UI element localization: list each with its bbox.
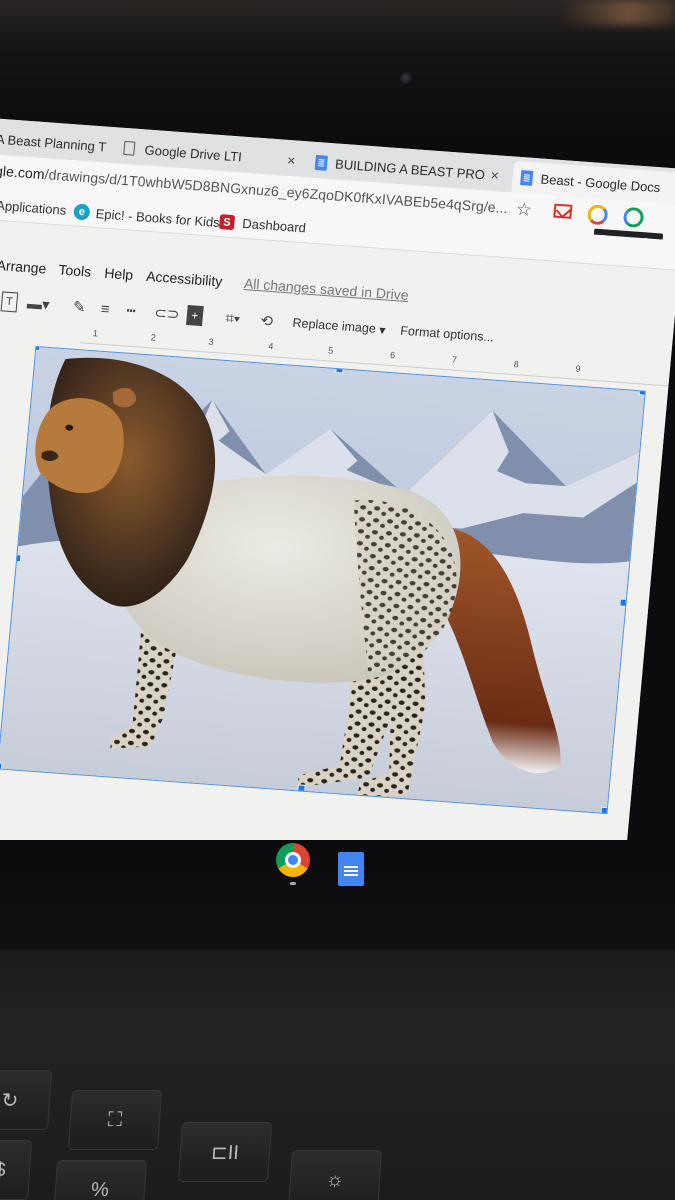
ruler-mark: 4 — [267, 341, 274, 352]
ruler-mark: 7 — [451, 354, 458, 365]
bookmark-epic[interactable]: e Epic! - Books for Kids — [73, 203, 220, 230]
crop-icon[interactable]: ⌗▾ — [218, 307, 248, 329]
running-indicator — [290, 882, 296, 885]
resize-handle[interactable] — [12, 553, 22, 563]
resize-handle[interactable] — [600, 806, 609, 815]
link-icon[interactable]: ⊂⊃ — [154, 303, 181, 324]
webcam — [400, 72, 414, 86]
ruler-mark: 6 — [389, 349, 396, 361]
comment-icon[interactable]: + — [186, 304, 204, 327]
page-icon — [123, 140, 136, 156]
ruler-mark: 5 — [327, 345, 334, 356]
ruler-mark: 8 — [513, 359, 520, 370]
gmail-extension-icon[interactable] — [553, 203, 573, 219]
resize-handle[interactable] — [619, 598, 628, 607]
ruler-mark: 1 — [92, 328, 99, 339]
reset-image-icon[interactable]: ⟲ — [258, 310, 276, 331]
ruler-mark: 2 — [150, 332, 157, 343]
resize-handle[interactable] — [335, 365, 344, 374]
ruler-mark: 9 — [575, 363, 582, 374]
menu-tools[interactable]: Tools — [58, 261, 92, 279]
tab-title: A Beast Planning T — [0, 131, 107, 155]
menu-help[interactable]: Help — [104, 265, 134, 283]
overview-key[interactable]: ⊏II — [177, 1122, 273, 1182]
close-tab-icon[interactable]: × — [490, 167, 500, 184]
tab-title: Google Drive LTI — [144, 141, 243, 165]
close-tab-icon[interactable]: × — [286, 152, 296, 169]
schoology-icon: S — [218, 214, 236, 231]
laptop-bezel — [0, 0, 675, 140]
docs-icon[interactable] — [338, 852, 364, 886]
line-dash-icon[interactable]: ┅ — [122, 300, 140, 321]
line-weight-icon[interactable]: ≡ — [96, 298, 114, 319]
chrome-icon[interactable] — [276, 843, 310, 877]
menu-accessibility[interactable]: Accessibility — [146, 268, 223, 290]
replace-image-label: Replace image — [292, 315, 377, 336]
bookmark-star-icon[interactable]: ☆ — [515, 199, 533, 221]
pencil-icon[interactable]: ✎ — [70, 296, 88, 317]
beast-image — [0, 347, 646, 815]
bookmark-dashboard[interactable]: S Dashboard — [218, 214, 307, 236]
brightness-key[interactable]: ☼ — [287, 1150, 383, 1200]
resize-handle[interactable] — [32, 345, 41, 352]
bookmark-label: Epic! - Books for Kids — [95, 205, 221, 230]
ruler-mark: 3 — [208, 336, 215, 347]
docs-icon — [520, 169, 534, 186]
extension-icon[interactable] — [622, 206, 645, 229]
textbox-icon[interactable]: T — [0, 291, 19, 313]
resize-handle[interactable] — [0, 762, 3, 771]
image-icon[interactable]: ▬▾ — [24, 293, 52, 315]
format-options-button[interactable]: Format options... — [399, 321, 495, 348]
tab-title: Beast - Google Docs — [540, 171, 662, 195]
epic-icon: e — [73, 203, 91, 221]
save-status[interactable]: All changes saved in Drive — [243, 275, 409, 303]
keyboard: ↻ ⛶ ⊏II ☼ $ % — [0, 950, 675, 1200]
replace-image-button[interactable]: Replace image ▾ — [292, 313, 387, 340]
tab-title: BUILDING A BEAST PRO — [334, 155, 486, 182]
bookmark-applications[interactable]: r | Applications — [0, 197, 67, 218]
resize-handle[interactable] — [297, 784, 306, 793]
url-host: ogle.com — [0, 161, 46, 183]
resize-handle[interactable] — [638, 387, 646, 396]
fullscreen-key[interactable]: ⛶ — [67, 1090, 163, 1150]
refresh-key[interactable]: ↻ — [0, 1070, 53, 1130]
extension-icon[interactable] — [586, 204, 609, 226]
dollar-key[interactable]: $ — [0, 1140, 33, 1200]
selected-image[interactable] — [0, 345, 646, 815]
docs-icon — [314, 154, 328, 171]
bookmark-label: r | Applications — [0, 197, 67, 218]
percent-key[interactable]: % — [52, 1160, 148, 1200]
bookmark-label: Dashboard — [241, 215, 307, 236]
menu-arrange[interactable]: Arrange — [0, 257, 47, 277]
light-glare — [560, 0, 675, 25]
